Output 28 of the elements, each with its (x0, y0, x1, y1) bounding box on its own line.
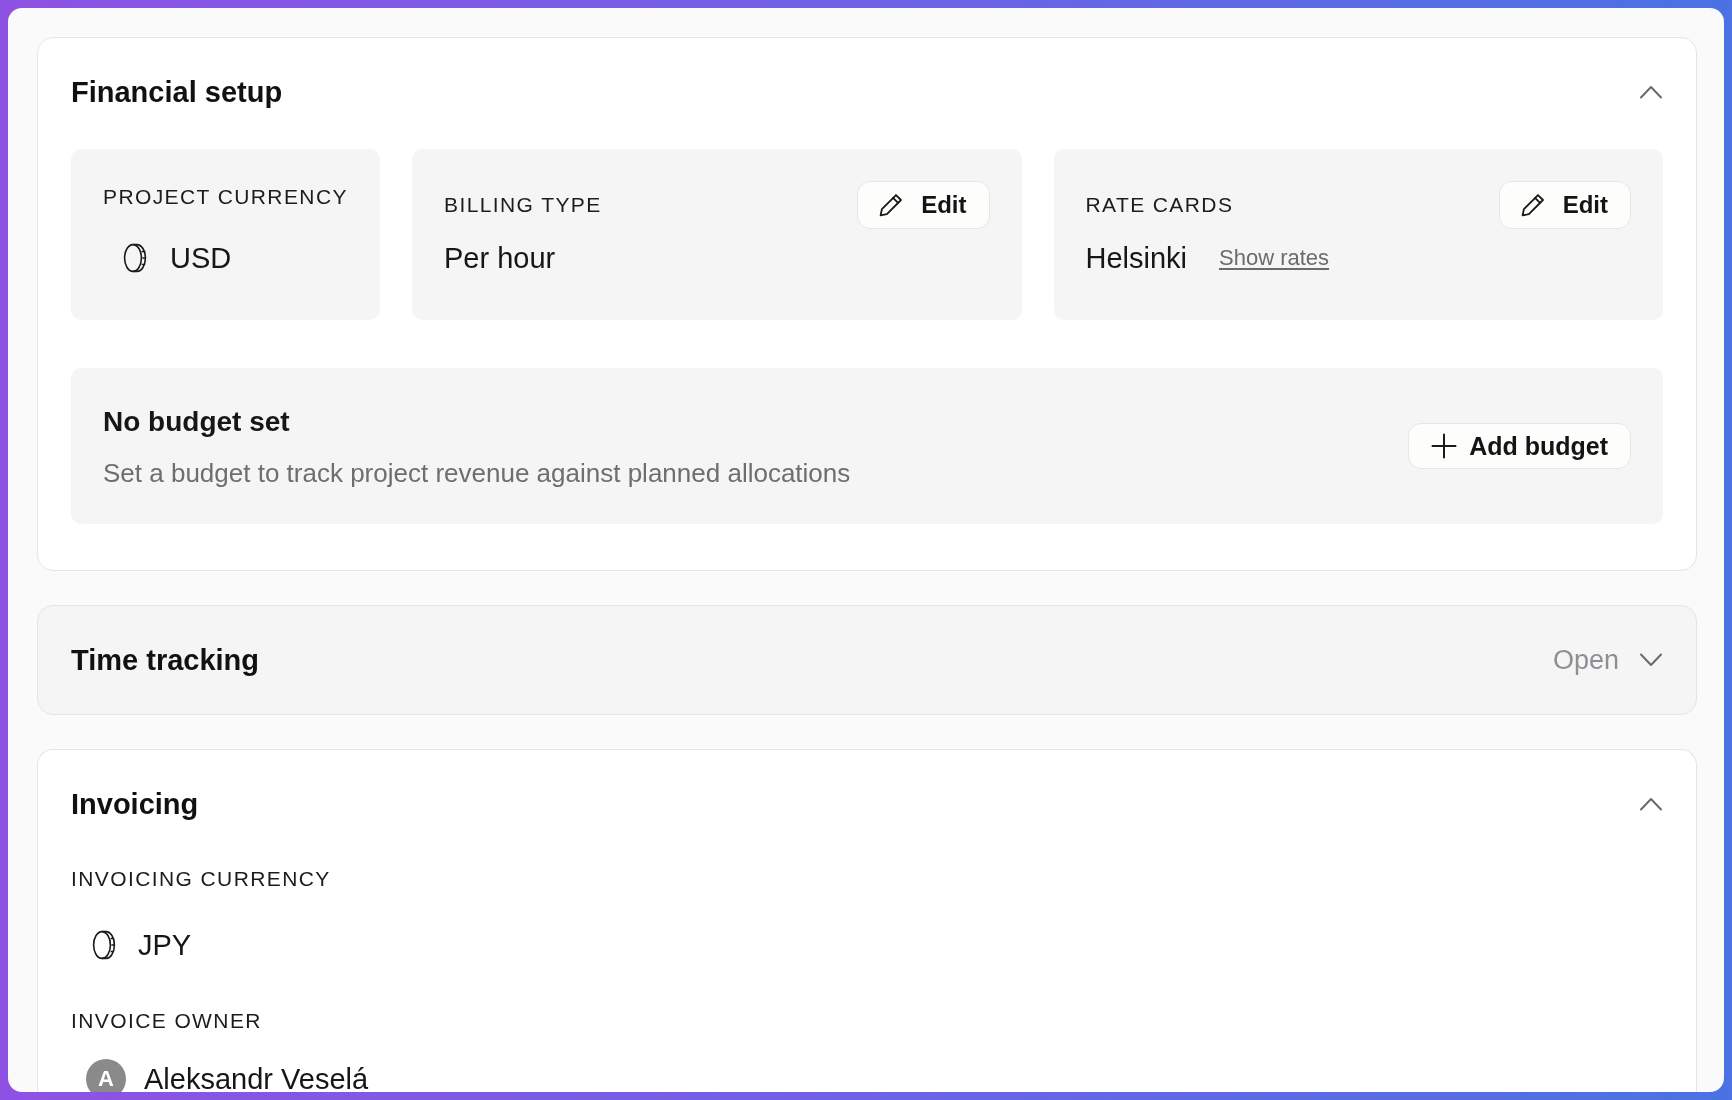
section-title: Time tracking (71, 643, 260, 678)
show-rates-link[interactable]: Show rates (1219, 243, 1330, 272)
field-label: BILLING TYPE (444, 192, 602, 217)
edit-button[interactable]: Edit (857, 180, 990, 229)
avatar: A (86, 1059, 126, 1092)
budget-description: Set a budget to track project revenue against planned allocations (103, 458, 851, 487)
field-value: USD (170, 240, 232, 276)
chevron-down-icon (1639, 653, 1663, 667)
field-label: INVOICING CURRENCY (71, 867, 331, 891)
pencil-icon (1519, 191, 1546, 218)
chevron-up-icon[interactable] (1639, 85, 1663, 99)
plus-icon (1431, 433, 1458, 459)
add-budget-button[interactable]: Add budget (1408, 423, 1631, 469)
edit-button[interactable]: Edit (1498, 180, 1631, 229)
pencil-icon (878, 191, 905, 218)
field-value: Helsinki (1085, 240, 1188, 276)
coin-icon (92, 930, 117, 960)
field-label: INVOICE OWNER (71, 1009, 262, 1033)
coin-icon (123, 242, 148, 273)
field-label: PROJECT CURRENCY (103, 184, 348, 209)
chevron-up-icon[interactable] (1639, 797, 1663, 811)
budget-title: No budget set (103, 405, 291, 438)
field-value: Aleksandr Veselá (144, 1062, 369, 1092)
field-value: Per hour (444, 240, 556, 276)
field-value: JPY (138, 928, 192, 963)
section-title: Financial setup (71, 75, 283, 110)
field-label: RATE CARDS (1085, 192, 1234, 217)
section-title: Invoicing (71, 787, 199, 822)
